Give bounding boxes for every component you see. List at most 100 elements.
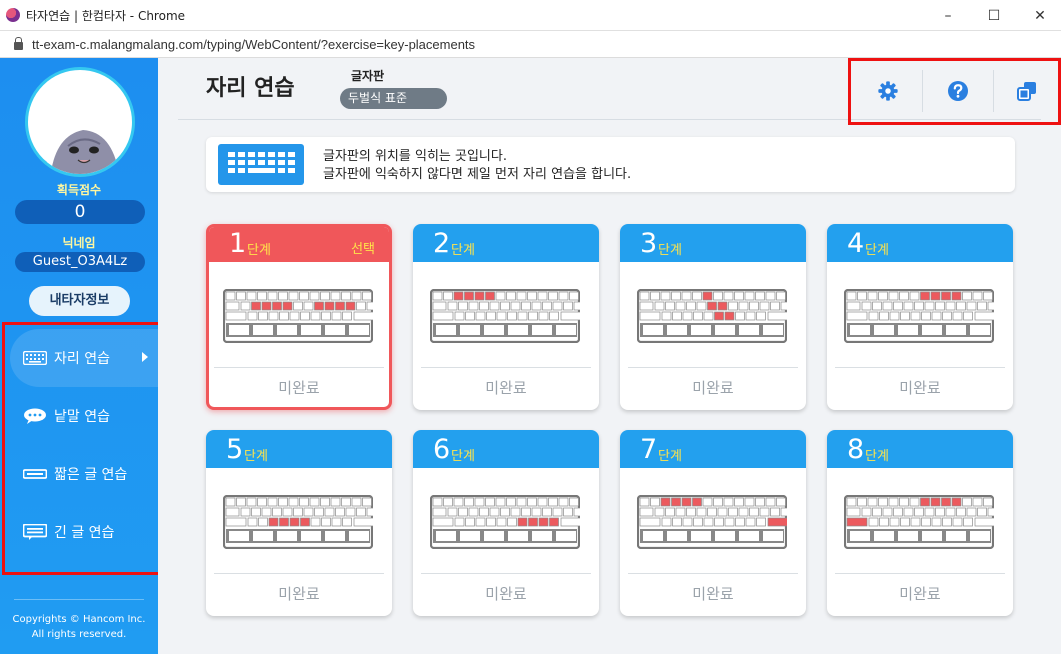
- key: [556, 531, 576, 541]
- key: [253, 531, 273, 541]
- key: [573, 507, 584, 517]
- key: [495, 497, 506, 507]
- key: [303, 507, 314, 517]
- level-card-3[interactable]: 3 단계 미완료: [620, 224, 806, 410]
- key: [257, 291, 267, 301]
- level-number: 7: [640, 434, 658, 465]
- window-title: 타자연습 | 한컴타자 - Chrome: [26, 8, 186, 23]
- key: [639, 291, 650, 301]
- key: [458, 301, 468, 311]
- key: [517, 311, 528, 321]
- key: [303, 301, 314, 311]
- key: [707, 507, 717, 517]
- key: [229, 325, 249, 335]
- level-status: 미완료: [899, 379, 941, 397]
- level-card-1[interactable]: 1 단계 선택 미완료: [206, 224, 392, 410]
- key: [432, 301, 447, 311]
- level-card-8[interactable]: 8 단계 미완료: [827, 430, 1013, 616]
- card-divider: [421, 573, 591, 574]
- key: [484, 325, 504, 335]
- key: [675, 507, 686, 517]
- key: [464, 497, 474, 507]
- key: [899, 291, 909, 301]
- my-typing-info-button[interactable]: 내타자정보: [29, 286, 130, 316]
- key: [715, 531, 735, 541]
- key: [362, 497, 372, 507]
- highlighted-key: [261, 301, 272, 311]
- key: [745, 517, 756, 527]
- level-card-5[interactable]: 5 단계 미완료: [206, 430, 392, 616]
- highlighted-key: [464, 291, 474, 301]
- key: [479, 507, 489, 517]
- address-bar[interactable]: tt-exam-c.malangmalang.com/typing/WebCon…: [0, 31, 1061, 58]
- highlighted-key: [345, 301, 356, 311]
- key: [465, 517, 475, 527]
- close-button[interactable]: ✕: [1017, 0, 1061, 31]
- key: [542, 301, 552, 311]
- level-status: 미완료: [485, 379, 527, 397]
- highlight-box-tools: [848, 58, 1061, 125]
- card-divider: [835, 367, 1005, 368]
- level-card-7[interactable]: 7 단계미완료: [620, 430, 806, 616]
- card-divider: [214, 573, 384, 574]
- nickname-label: 닉네임: [62, 236, 96, 250]
- key: [879, 311, 889, 321]
- key: [475, 311, 486, 321]
- highlighted-key: [692, 497, 702, 507]
- page-title: 자리 연습: [206, 76, 295, 101]
- card-divider: [421, 367, 591, 368]
- key: [351, 291, 362, 301]
- key: [956, 301, 966, 311]
- level-card-6[interactable]: 6 단계 미완료: [413, 430, 599, 616]
- key: [542, 507, 552, 517]
- key: [246, 497, 257, 507]
- minimize-button[interactable]: –: [925, 0, 971, 31]
- key: [850, 325, 870, 335]
- key: [229, 531, 249, 541]
- key: [240, 507, 251, 517]
- key: [225, 311, 247, 321]
- maximize-button[interactable]: ☐: [971, 0, 1017, 31]
- url-text[interactable]: tt-exam-c.malangmalang.com/typing/WebCon…: [32, 37, 475, 52]
- level-card-4[interactable]: 4 단계 미완료: [827, 224, 1013, 410]
- key: [330, 291, 341, 301]
- key: [735, 517, 745, 527]
- key: [356, 301, 366, 311]
- key: [537, 291, 548, 301]
- key: [569, 291, 579, 301]
- key: [447, 507, 458, 517]
- key: [300, 311, 310, 321]
- key: [225, 507, 240, 517]
- key: [691, 531, 711, 541]
- key: [342, 311, 352, 321]
- highlighted-key: [717, 301, 728, 311]
- lock-icon: [14, 37, 23, 50]
- level-status: 미완료: [692, 585, 734, 603]
- key: [324, 507, 335, 517]
- key: [521, 301, 531, 311]
- key: [739, 531, 759, 541]
- key: [257, 497, 267, 507]
- level-card-header: 7 단계: [620, 430, 806, 468]
- highlighted-key: [767, 517, 791, 527]
- keyboard-diagram: [843, 494, 998, 553]
- key: [532, 531, 552, 541]
- key: [717, 507, 728, 517]
- copyright-line2: All rights reserved.: [31, 629, 127, 640]
- key: [432, 507, 447, 517]
- key: [320, 497, 330, 507]
- key: [846, 301, 861, 311]
- key: [353, 517, 377, 527]
- key: [531, 301, 542, 311]
- highlighted-key: [324, 301, 335, 311]
- key: [436, 325, 456, 335]
- keyboard-layout-badge[interactable]: 두벌식 표준: [340, 88, 447, 109]
- key: [931, 311, 942, 321]
- key: [780, 507, 791, 517]
- key: [447, 301, 458, 311]
- highlighted-key: [714, 311, 724, 321]
- highlighted-key: [300, 517, 310, 527]
- key: [850, 531, 870, 541]
- key: [867, 291, 878, 301]
- level-card-2[interactable]: 2 단계 미완료: [413, 224, 599, 410]
